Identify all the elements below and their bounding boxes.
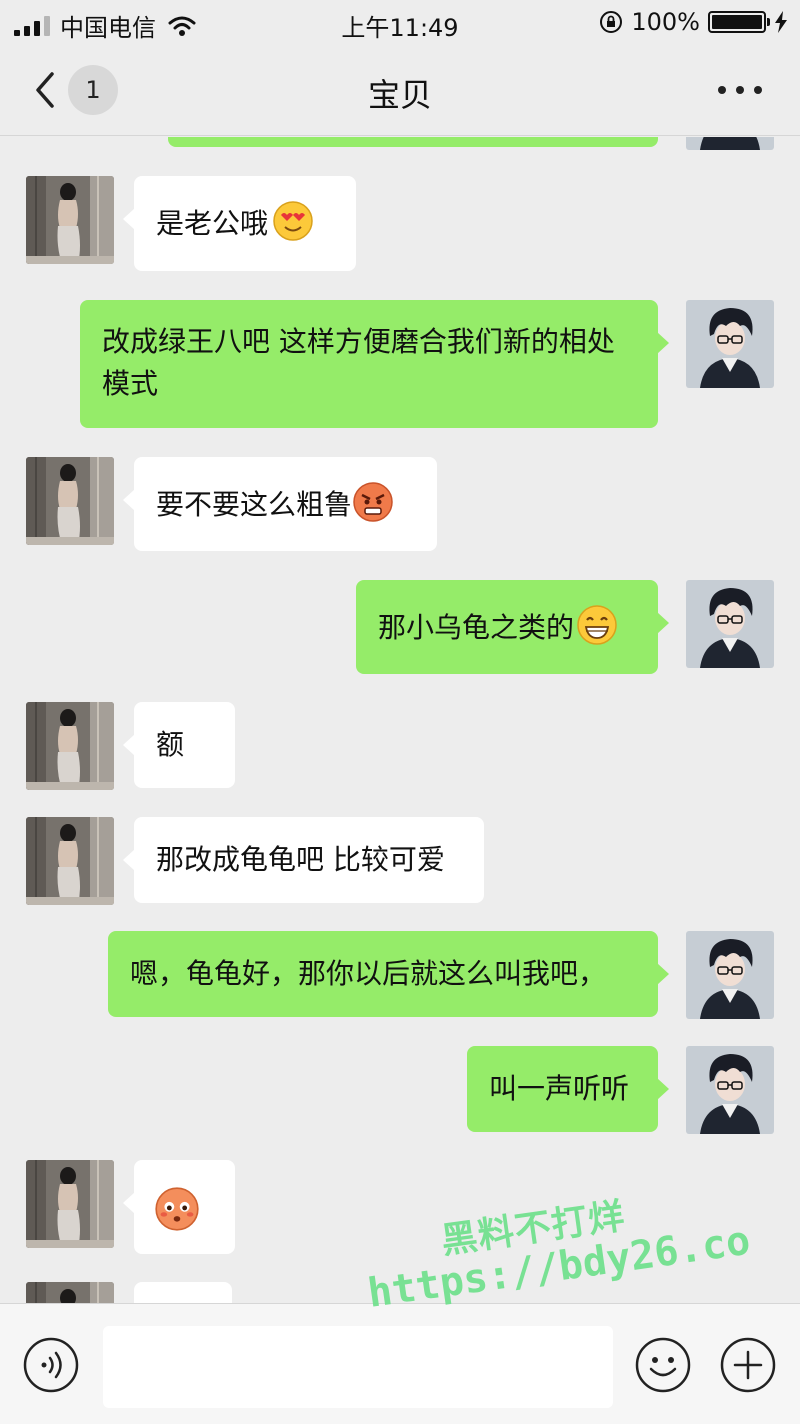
message-text: 嗯，龟龟好，那你以后就这么叫我吧， bbox=[130, 957, 607, 990]
status-right: 100% bbox=[599, 8, 788, 36]
message-text: 叫一声听听 bbox=[489, 1072, 630, 1105]
contact-avatar[interactable] bbox=[26, 702, 114, 790]
charging-bolt-icon bbox=[775, 11, 787, 33]
message-text: 那小乌龟之类的 bbox=[378, 611, 575, 644]
message-text: 那改成龟龟吧 比较可爱 bbox=[156, 843, 445, 876]
message-bubble[interactable]: 那改成龟龟吧 比较可爱 bbox=[123, 817, 484, 903]
status-bar: 中国电信 上午11:49 100% bbox=[0, 0, 800, 46]
self-avatar[interactable] bbox=[686, 580, 774, 668]
message-bubble[interactable]: 额 bbox=[123, 702, 235, 788]
battery-percent: 100% bbox=[631, 8, 700, 36]
contact-avatar[interactable] bbox=[26, 1160, 114, 1248]
self-avatar[interactable] bbox=[686, 931, 774, 1019]
self-avatar[interactable] bbox=[686, 137, 774, 150]
message-list[interactable]: 是老公哦 改成绿王八吧 这样方便磨合我们新的相处模式 要不要这么粗鲁 那小乌龟之… bbox=[0, 137, 800, 1303]
contact-avatar[interactable] bbox=[26, 457, 114, 545]
message-bubble[interactable]: 嗯，龟龟好，那你以后就这么叫我吧， bbox=[108, 931, 669, 1017]
self-avatar[interactable] bbox=[686, 1046, 774, 1134]
more-dots-icon[interactable] bbox=[718, 82, 762, 98]
input-bar bbox=[0, 1303, 800, 1424]
message-bubble[interactable]: 是老公哦 bbox=[123, 176, 356, 271]
plus-icon[interactable] bbox=[719, 1336, 777, 1394]
message-input[interactable] bbox=[103, 1326, 613, 1408]
heart-eyes-emoji-icon bbox=[272, 200, 314, 242]
message-bubble[interactable]: 叫一声听听 bbox=[467, 1046, 669, 1132]
grin-emoji-icon bbox=[576, 604, 618, 646]
battery-icon bbox=[708, 11, 770, 33]
chat-header: 1 宝贝 bbox=[0, 46, 800, 136]
chat-title: 宝贝 bbox=[367, 76, 432, 114]
self-avatar[interactable] bbox=[686, 300, 774, 388]
message-bubble[interactable]: 要不要这么粗鲁 bbox=[123, 457, 437, 551]
contact-avatar[interactable] bbox=[26, 176, 114, 264]
message-bubble[interactable]: 那小乌龟之类的 bbox=[356, 580, 669, 674]
message-bubble[interactable]: 改成绿王八吧 这样方便磨合我们新的相处模式 bbox=[80, 300, 669, 428]
message-text: 改成绿王八吧 这样方便磨合我们新的相处模式 bbox=[102, 325, 615, 400]
orientation-lock-icon bbox=[600, 11, 623, 33]
partial-message-bubble bbox=[134, 1282, 232, 1303]
message-text: 是老公哦 bbox=[156, 207, 269, 240]
blushing-emoji-icon bbox=[154, 1186, 200, 1232]
message-text: 额 bbox=[156, 728, 185, 761]
angry-emoji-icon bbox=[352, 481, 394, 523]
partial-message-bubble bbox=[168, 137, 658, 147]
voice-icon[interactable] bbox=[22, 1336, 80, 1394]
contact-avatar[interactable] bbox=[26, 817, 114, 905]
contact-avatar[interactable] bbox=[26, 1282, 114, 1303]
message-bubble[interactable] bbox=[123, 1160, 235, 1254]
emoji-icon[interactable] bbox=[634, 1336, 692, 1394]
message-text: 要不要这么粗鲁 bbox=[156, 488, 353, 521]
